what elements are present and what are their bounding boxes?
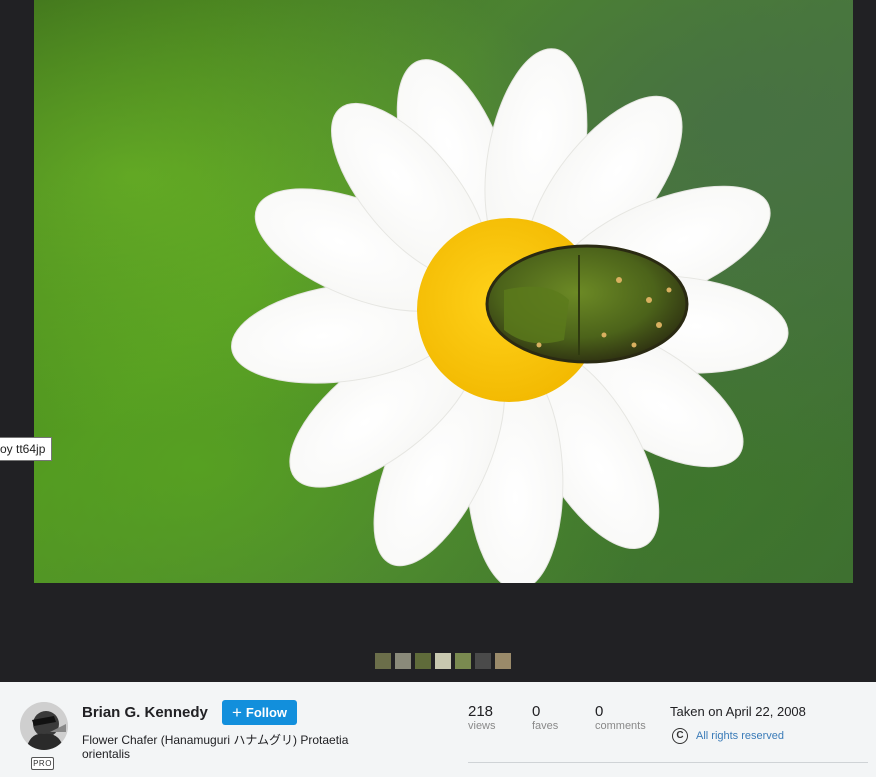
comments-count: 0 bbox=[595, 703, 604, 720]
plus-icon: + bbox=[231, 702, 242, 722]
filmstrip-thumb[interactable] bbox=[495, 653, 511, 669]
copyright-icon: C bbox=[672, 728, 688, 744]
owner-avatar[interactable] bbox=[20, 702, 68, 750]
views-count: 218 bbox=[468, 703, 494, 720]
filmstrip-thumb[interactable] bbox=[375, 653, 391, 669]
faves-label: faves bbox=[532, 720, 559, 732]
comments-label: comments bbox=[595, 720, 646, 732]
filmstrip-thumb[interactable] bbox=[415, 653, 431, 669]
hover-tooltip: oy tt64jp bbox=[0, 437, 53, 461]
date-taken[interactable]: Taken on April 22, 2008 bbox=[670, 704, 806, 719]
photo-stage: oy tt64jp bbox=[0, 0, 876, 682]
filmstrip-thumb[interactable] bbox=[455, 653, 471, 669]
license-info: C All rights reserved bbox=[672, 728, 784, 744]
avatar-image bbox=[20, 702, 68, 750]
views-stat: 218 views bbox=[468, 704, 496, 733]
photo-illustration bbox=[231, 48, 789, 583]
filmstrip-thumb[interactable] bbox=[395, 653, 411, 669]
photo-title: Flower Chafer (Hanamuguri ハナムグリ) Protaet… bbox=[82, 733, 349, 761]
daisy-flower bbox=[231, 48, 789, 583]
pro-badge: PRO bbox=[31, 757, 54, 770]
faves-count: 0 bbox=[532, 703, 541, 720]
follow-button[interactable]: + Follow bbox=[222, 700, 297, 725]
divider bbox=[468, 762, 868, 763]
photostream-filmstrip bbox=[375, 653, 511, 669]
beetle bbox=[485, 244, 689, 364]
views-label: views bbox=[468, 720, 496, 732]
main-photo[interactable] bbox=[34, 0, 853, 583]
filmstrip-thumb[interactable] bbox=[475, 653, 491, 669]
faves-stat: 0 faves bbox=[532, 704, 558, 733]
owner-name-link[interactable]: Brian G. Kennedy bbox=[82, 704, 208, 721]
follow-label: Follow bbox=[245, 705, 288, 720]
photo-info-panel: PRO Brian G. Kennedy + Follow Flower Cha… bbox=[0, 682, 876, 777]
license-link[interactable]: All rights reserved bbox=[696, 730, 784, 742]
filmstrip-thumb-current[interactable] bbox=[435, 653, 451, 669]
comments-stat: 0 comments bbox=[595, 704, 646, 733]
